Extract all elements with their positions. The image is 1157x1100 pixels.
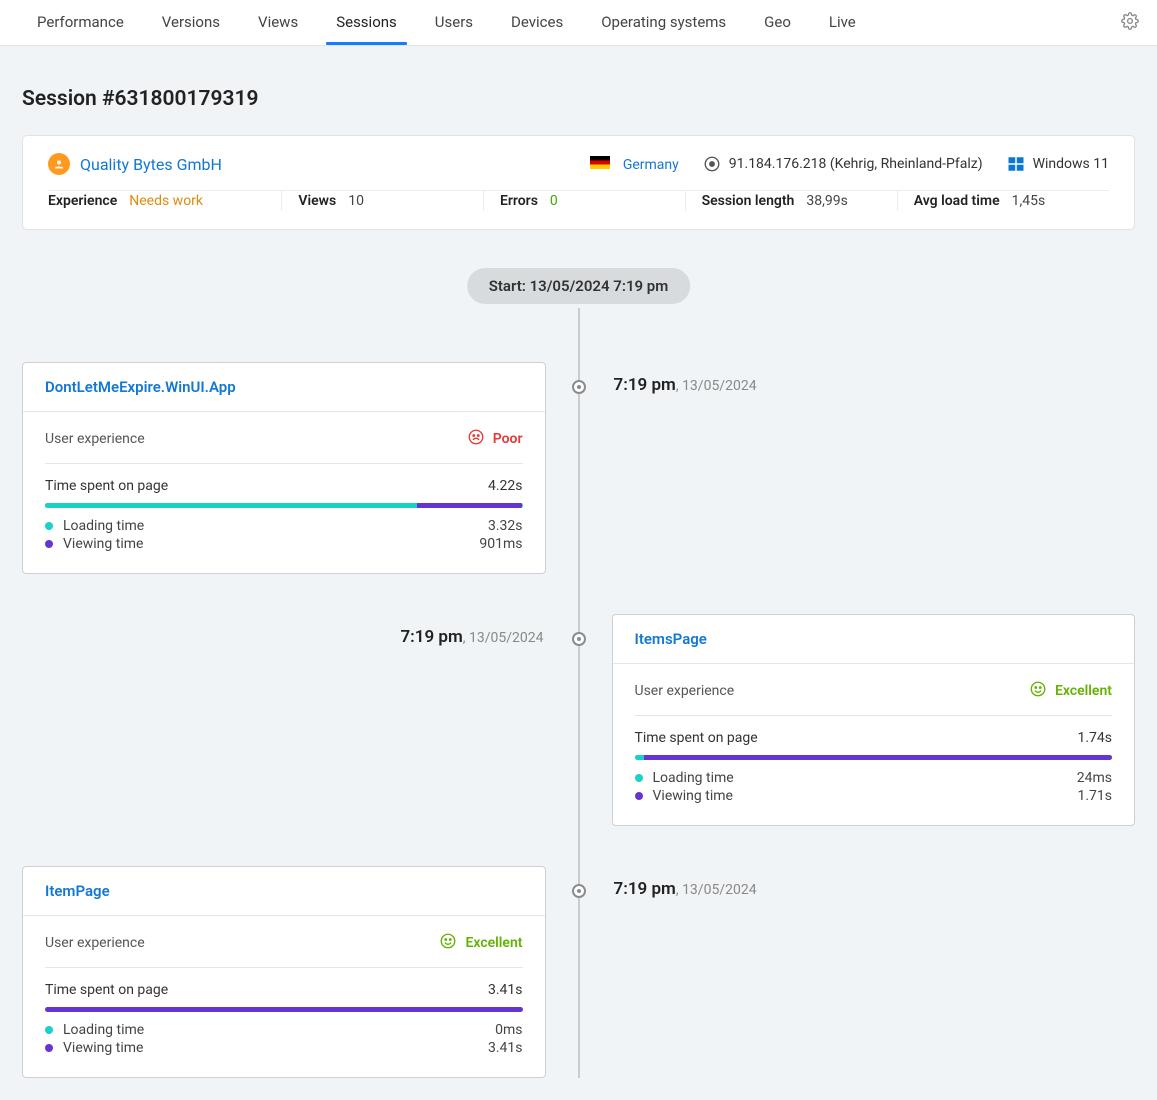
country-link[interactable]: Germany [623, 157, 679, 173]
time-on-page-value: 3.41s [488, 982, 523, 998]
viewing-time-label: Viewing time [653, 788, 733, 804]
poor-face-icon [467, 428, 485, 450]
user-experience-label: User experience [635, 683, 735, 699]
viewing-dot-icon [45, 1044, 53, 1052]
os-info: Windows 11 [1007, 155, 1109, 173]
timeline-start-pill: Start: 13/05/2024 7:19 pm [467, 268, 691, 304]
germany-flag-icon [590, 156, 610, 169]
loading-dot-icon [45, 522, 53, 530]
time-bar [45, 503, 523, 508]
user-experience-value: Poor [467, 428, 523, 450]
os-text: Windows 11 [1033, 156, 1109, 172]
org-icon [48, 153, 70, 175]
page-card[interactable]: ItemsPage User experience Excellent Time… [612, 614, 1136, 826]
timestamp: 7:19 pm, 13/05/2024 [614, 879, 757, 899]
timeline-dot-icon [572, 632, 586, 646]
tab-versions[interactable]: Versions [143, 1, 239, 44]
metric-experience: Experience Needs work [48, 191, 281, 211]
tab-views[interactable]: Views [239, 1, 317, 44]
viewing-time-value: 3.41s [488, 1040, 523, 1056]
viewing-dot-icon [635, 792, 643, 800]
page-title-link[interactable]: DontLetMeExpire.WinUI.App [45, 378, 236, 396]
time-on-page-label: Time spent on page [45, 982, 168, 998]
tab-performance[interactable]: Performance [18, 1, 143, 44]
timeline-entry: 7:19 pm, 13/05/2024 ItemsPage User exper… [22, 614, 1135, 826]
tab-users[interactable]: Users [416, 1, 492, 44]
loading-time-value: 24ms [1077, 770, 1112, 786]
timeline-dot-icon [572, 884, 586, 898]
page-card[interactable]: ItemPage User experience Excellent Time … [22, 866, 546, 1078]
timestamp: 7:19 pm, 13/05/2024 [400, 627, 543, 647]
page-card[interactable]: DontLetMeExpire.WinUI.App User experienc… [22, 362, 546, 574]
timeline: Start: 13/05/2024 7:19 pm 7:19 pm, 13/05… [22, 268, 1135, 1078]
metric-views: Views 10 [281, 191, 483, 211]
viewing-time-label: Viewing time [63, 1040, 143, 1056]
nav-tabs: PerformanceVersionsViewsSessionsUsersDev… [18, 1, 875, 44]
windows-icon [1007, 155, 1025, 173]
ip-location: 91.184.176.218 (Kehrig, Rheinland-Pfalz) [703, 155, 983, 173]
tab-devices[interactable]: Devices [492, 1, 582, 44]
tab-operating-systems[interactable]: Operating systems [582, 1, 745, 44]
tab-sessions[interactable]: Sessions [317, 1, 416, 44]
user-experience-label: User experience [45, 431, 145, 447]
timeline-dot-icon [572, 380, 586, 394]
metric-session-length: Session length 38,99s [685, 191, 897, 211]
summary-metrics: Experience Needs work Views 10 Errors 0 … [48, 190, 1109, 211]
org-link[interactable]: Quality Bytes GmbH [80, 155, 222, 174]
loading-time-value: 3.32s [488, 518, 523, 534]
time-on-page-value: 4.22s [488, 478, 523, 494]
location-pin-icon [703, 155, 721, 173]
loading-time-label: Loading time [63, 1022, 144, 1038]
timestamp: 7:19 pm, 13/05/2024 [614, 375, 757, 395]
country[interactable]: Germany [590, 156, 678, 173]
time-on-page-value: 1.74s [1077, 730, 1112, 746]
top-nav: PerformanceVersionsViewsSessionsUsersDev… [0, 0, 1157, 46]
timeline-entry: 7:19 pm, 13/05/2024 ItemPage User experi… [22, 866, 1135, 1078]
user-experience-label: User experience [45, 935, 145, 951]
time-bar [635, 755, 1113, 760]
user-experience-value: Excellent [1029, 680, 1112, 702]
time-bar [45, 1007, 523, 1012]
viewing-time-label: Viewing time [63, 536, 143, 552]
loading-time-label: Loading time [63, 518, 144, 534]
viewing-time-value: 1.71s [1077, 788, 1112, 804]
loading-time-label: Loading time [653, 770, 734, 786]
viewing-dot-icon [45, 540, 53, 548]
excellent-face-icon [439, 932, 457, 954]
page-title-link[interactable]: ItemPage [45, 882, 110, 900]
session-summary-card: Quality Bytes GmbH Germany 91.184.176.21… [22, 135, 1135, 230]
loading-time-value: 0ms [495, 1022, 522, 1038]
tab-live[interactable]: Live [810, 1, 875, 44]
loading-dot-icon [635, 774, 643, 782]
timeline-entry: 7:19 pm, 13/05/2024 DontLetMeExpire.WinU… [22, 362, 1135, 574]
metric-errors: Errors 0 [483, 191, 685, 211]
time-on-page-label: Time spent on page [45, 478, 168, 494]
viewing-time-value: 901ms [479, 536, 522, 552]
user-experience-value: Excellent [439, 932, 522, 954]
page-title-link[interactable]: ItemsPage [635, 630, 707, 648]
time-on-page-label: Time spent on page [635, 730, 758, 746]
excellent-face-icon [1029, 680, 1047, 702]
page-title: Session #631800179319 [22, 87, 1135, 111]
ip-text: 91.184.176.218 (Kehrig, Rheinland-Pfalz) [729, 156, 983, 172]
tab-geo[interactable]: Geo [745, 1, 810, 44]
gear-icon[interactable] [1121, 12, 1139, 34]
metric-avg-load: Avg load time 1,45s [897, 191, 1109, 211]
